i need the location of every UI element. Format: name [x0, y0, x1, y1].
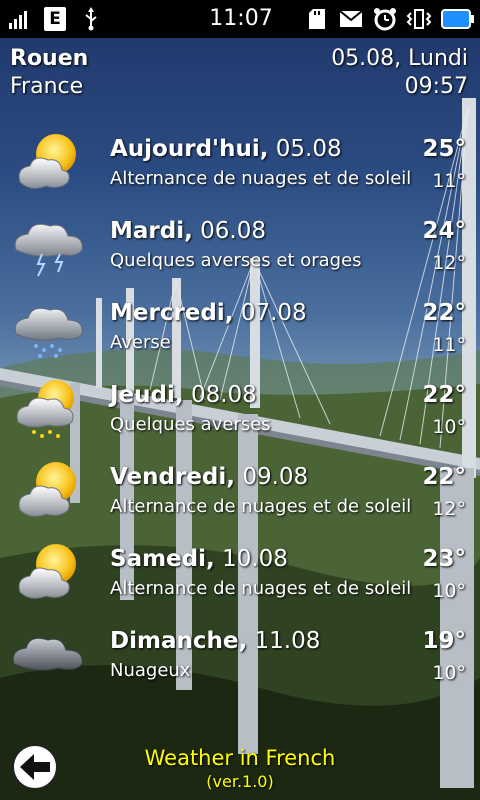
current-time: 09:57 [404, 74, 468, 99]
day-description: Alternance de nuages et de soleil [110, 168, 412, 189]
day-title: Samedi, 10.08 [110, 546, 288, 572]
day-title: Vendredi, 09.08 [110, 464, 308, 490]
signal-icon [8, 0, 32, 38]
rain-icon [10, 296, 90, 360]
temp-min: 11° [432, 334, 466, 356]
cloudy-icon [10, 624, 90, 688]
edge-icon: E [42, 0, 68, 38]
day-title: Dimanche, 11.08 [110, 628, 320, 654]
battery-icon [440, 0, 476, 38]
day-description: Alternance de nuages et de soleil [110, 496, 412, 517]
vibrate-icon [404, 0, 434, 38]
temp-max: 22° [422, 382, 466, 408]
day-description: Quelques averses et orages [110, 250, 362, 271]
day-date: 05.08 [275, 136, 342, 162]
day-date: 11.08 [254, 628, 321, 654]
forecast-row[interactable]: Vendredi, 09.08 Alternance de nuages et … [0, 456, 480, 538]
day-date: 07.08 [240, 300, 307, 326]
temp-min: 11° [432, 170, 466, 192]
country-name: France [10, 74, 84, 99]
temp-max: 22° [422, 300, 466, 326]
app-version: (ver.1.0) [206, 772, 274, 791]
forecast-row[interactable]: Dimanche, 11.08 Nuageux 19° 10° [0, 620, 480, 702]
forecast-row[interactable]: Jeudi, 08.08 Quelques averses 22° 10° [0, 374, 480, 456]
temp-max: 25° [422, 136, 466, 162]
day-name: Mardi, [110, 218, 193, 244]
temp-min: 10° [432, 416, 466, 438]
partly-cloudy-icon [10, 460, 90, 524]
temp-max: 23° [422, 546, 466, 572]
current-date: 05.08, Lundi [331, 46, 468, 71]
day-date: 06.08 [200, 218, 267, 244]
day-date: 08.08 [190, 382, 257, 408]
partly-cloudy-icon [10, 542, 90, 606]
day-name: Aujourd'hui, [110, 136, 269, 162]
forecast-list: Aujourd'hui, 05.08 Alternance de nuages … [0, 128, 480, 702]
network-badge: E [44, 7, 66, 31]
day-description: Alternance de nuages et de soleil [110, 578, 412, 599]
status-time: 11:07 [209, 6, 273, 31]
forecast-row[interactable]: Samedi, 10.08 Alternance de nuages et de… [0, 538, 480, 620]
temp-min: 12° [432, 498, 466, 520]
day-title: Mercredi, 07.08 [110, 300, 307, 326]
location-header: Rouen France 05.08, Lundi 09:57 [0, 38, 480, 104]
app-title: Weather in French [144, 746, 336, 770]
temp-min: 10° [432, 580, 466, 602]
status-bar: E 11:07 [0, 0, 480, 38]
forecast-row[interactable]: Mercredi, 07.08 Averse 22° 11° [0, 292, 480, 374]
day-title: Jeudi, 08.08 [110, 382, 257, 408]
sun-showers-icon [10, 378, 90, 442]
day-title: Aujourd'hui, 05.08 [110, 136, 342, 162]
city-name: Rouen [10, 46, 89, 71]
day-title: Mardi, 06.08 [110, 218, 266, 244]
day-name: Dimanche, [110, 628, 248, 654]
day-date: 10.08 [222, 546, 288, 572]
day-name: Samedi, [110, 546, 215, 572]
temp-max: 22° [422, 464, 466, 490]
day-name: Vendredi, [110, 464, 236, 490]
temp-min: 12° [432, 252, 466, 274]
sd-card-icon [306, 0, 328, 38]
partly-cloudy-icon [10, 132, 90, 196]
day-description: Nuageux [110, 660, 191, 681]
temp-max: 19° [422, 628, 466, 654]
alarm-icon [372, 0, 398, 38]
temp-max: 24° [422, 218, 466, 244]
day-date: 09.08 [242, 464, 309, 490]
temp-min: 10° [432, 662, 466, 684]
mail-icon [338, 0, 364, 38]
forecast-row[interactable]: Aujourd'hui, 05.08 Alternance de nuages … [0, 128, 480, 210]
forecast-row[interactable]: Mardi, 06.08 Quelques averses et orages … [0, 210, 480, 292]
day-name: Mercredi, [110, 300, 234, 326]
day-description: Quelques averses [110, 414, 271, 435]
usb-icon [80, 0, 102, 38]
day-name: Jeudi, [110, 382, 184, 408]
thunderstorm-icon [10, 214, 90, 278]
day-description: Averse [110, 332, 171, 353]
